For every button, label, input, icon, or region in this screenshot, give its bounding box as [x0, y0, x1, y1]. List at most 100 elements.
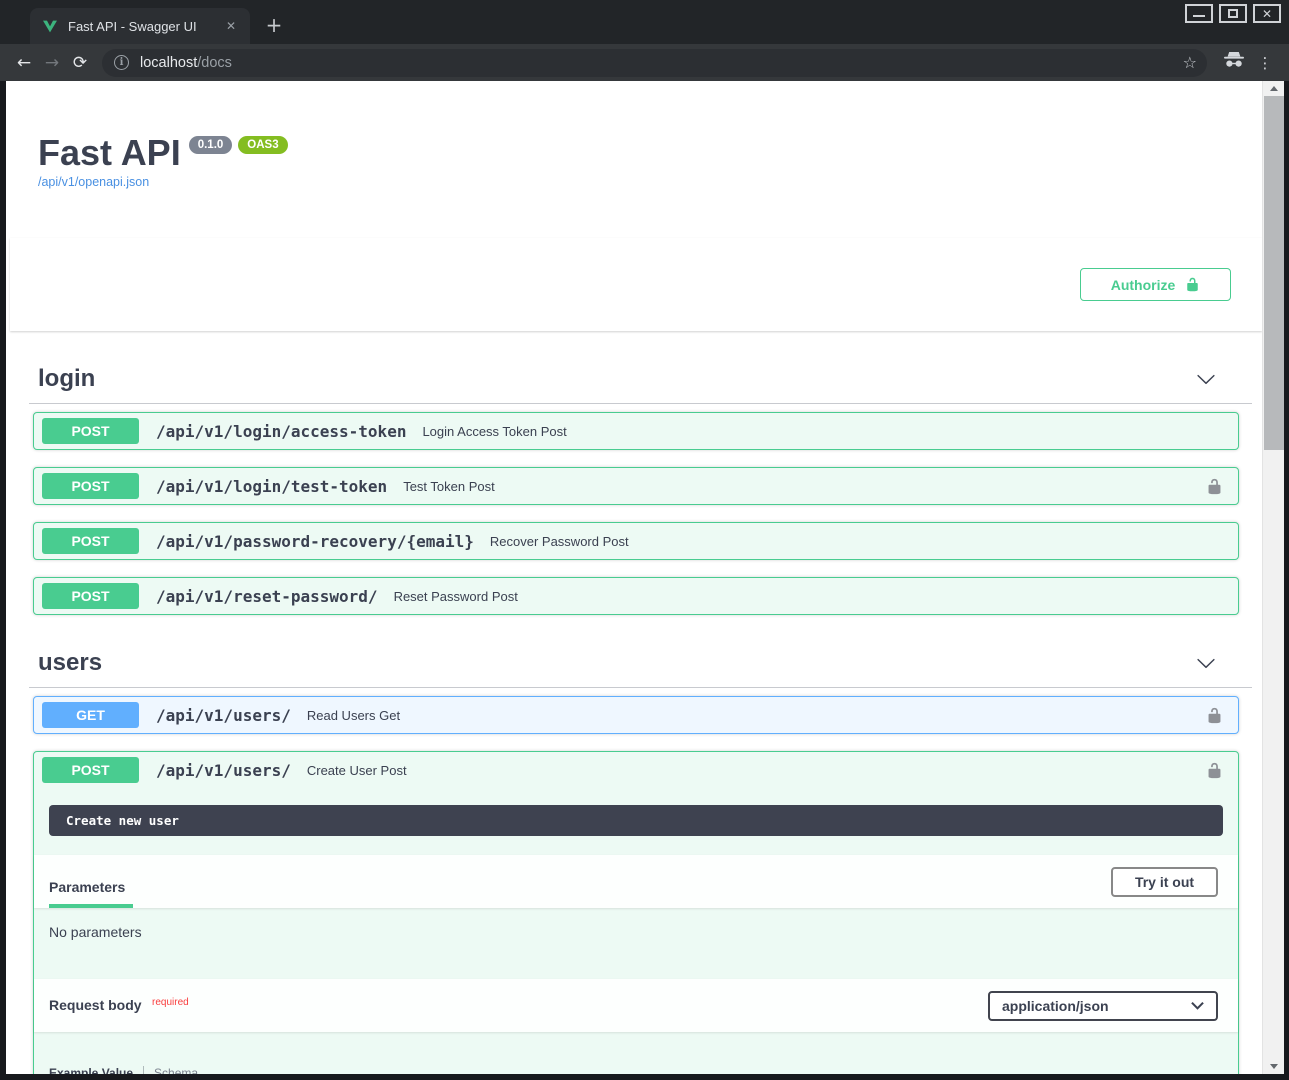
- auth-lock-button[interactable]: [1206, 707, 1223, 724]
- minimize-button[interactable]: [1185, 4, 1213, 23]
- operation-description: Create new user: [66, 813, 179, 828]
- swagger-ui: Fast API 0.1.0 OAS3 /api/v1/openapi.json…: [33, 133, 1239, 1074]
- window-frame: Fast API 0.1.0 OAS3 /api/v1/openapi.json…: [0, 81, 1289, 1080]
- opblock-test-token: POST /api/v1/login/test-token Test Token…: [33, 467, 1239, 505]
- select-chevron-icon: [1191, 1001, 1204, 1010]
- lock-icon: [1206, 762, 1223, 779]
- model-example-tabs: Example Value Schema: [49, 1066, 1238, 1074]
- auth-lock-button[interactable]: [1206, 478, 1223, 495]
- opblock-summary[interactable]: POST /api/v1/users/ Create User Post: [34, 752, 1238, 788]
- method-badge: POST: [42, 418, 139, 444]
- openapi-spec-link[interactable]: /api/v1/openapi.json: [33, 175, 1239, 189]
- method-badge: POST: [42, 757, 139, 783]
- section-title: login: [34, 365, 95, 393]
- opblock-summary[interactable]: POST /api/v1/reset-password/ Reset Passw…: [34, 578, 1238, 614]
- reload-button[interactable]: ⟳: [66, 53, 94, 73]
- page-viewport: Fast API 0.1.0 OAS3 /api/v1/openapi.json…: [6, 81, 1284, 1074]
- endpoint-path: /api/v1/users/: [156, 706, 291, 725]
- method-badge: POST: [42, 473, 139, 499]
- oas3-badge: OAS3: [238, 136, 287, 154]
- scroll-down-arrow-icon[interactable]: [1263, 1059, 1284, 1074]
- authorize-label: Authorize: [1111, 277, 1176, 293]
- endpoint-summary: Test Token Post: [403, 479, 495, 494]
- url-text[interactable]: localhost/docs: [140, 55, 232, 71]
- endpoint-summary: Login Access Token Post: [422, 424, 566, 439]
- method-badge: POST: [42, 528, 139, 554]
- section-title: users: [34, 649, 102, 677]
- api-header: Fast API 0.1.0 OAS3: [33, 133, 1239, 173]
- endpoint-path: /api/v1/reset-password/: [156, 587, 378, 606]
- endpoint-path: /api/v1/login/test-token: [156, 477, 387, 496]
- url-path: /docs: [197, 55, 232, 71]
- section-users-header[interactable]: users: [29, 643, 1252, 688]
- media-type-select[interactable]: application/json: [988, 991, 1218, 1021]
- api-badges: 0.1.0 OAS3: [189, 136, 288, 154]
- tab-schema[interactable]: Schema: [154, 1066, 198, 1074]
- opblock-summary[interactable]: POST /api/v1/login/access-token Login Ac…: [34, 413, 1238, 449]
- section-login-header[interactable]: login: [29, 359, 1252, 404]
- window-controls: ✕: [1185, 4, 1281, 23]
- tab-example-value[interactable]: Example Value: [49, 1066, 144, 1074]
- site-info-icon[interactable]: i: [114, 55, 129, 70]
- close-window-button[interactable]: ✕: [1253, 4, 1281, 23]
- section-users-operations: GET /api/v1/users/ Read Users Get: [33, 696, 1239, 1074]
- maximize-button[interactable]: [1219, 4, 1247, 23]
- endpoint-summary: Read Users Get: [307, 708, 400, 723]
- tab-bar: Fast API - Swagger UI ✕ + ✕: [0, 0, 1289, 44]
- incognito-icon: [1221, 52, 1247, 73]
- request-body-label-wrap: Request body required: [49, 997, 189, 1015]
- opblock-access-token: POST /api/v1/login/access-token Login Ac…: [33, 412, 1239, 450]
- endpoint-summary: Create User Post: [307, 763, 407, 778]
- maximize-icon: [1228, 9, 1238, 18]
- unlock-icon: [1185, 277, 1200, 292]
- endpoint-path: /api/v1/password-recovery/{email}: [156, 532, 474, 551]
- request-body-label: Request body: [49, 997, 142, 1013]
- address-bar[interactable]: i localhost/docs ☆: [102, 49, 1207, 77]
- browser-menu-icon[interactable]: ⋮: [1253, 54, 1277, 72]
- new-tab-button[interactable]: +: [262, 14, 286, 38]
- minimize-icon: [1193, 15, 1205, 17]
- section-login: login POST /api/v1/login/access-token Lo…: [33, 359, 1239, 615]
- page-scrollbar[interactable]: [1262, 81, 1284, 1074]
- version-badge: 0.1.0: [189, 136, 233, 154]
- scroll-up-arrow-icon[interactable]: [1263, 81, 1284, 96]
- chevron-down-icon[interactable]: [1196, 369, 1216, 389]
- forward-button[interactable]: →: [38, 53, 66, 73]
- method-badge: POST: [42, 583, 139, 609]
- page-title: Fast API: [38, 133, 181, 173]
- authorize-button[interactable]: Authorize: [1080, 268, 1231, 301]
- browser-tab[interactable]: Fast API - Swagger UI ✕: [30, 8, 250, 44]
- endpoint-path: /api/v1/login/access-token: [156, 422, 406, 441]
- opblock-summary[interactable]: POST /api/v1/password-recovery/{email} R…: [34, 523, 1238, 559]
- opblock-summary[interactable]: POST /api/v1/login/test-token Test Token…: [34, 468, 1238, 504]
- request-body-header: Request body required application/json: [34, 979, 1238, 1032]
- media-type-value: application/json: [1002, 998, 1109, 1014]
- endpoint-summary: Recover Password Post: [490, 534, 629, 549]
- try-it-out-button[interactable]: Try it out: [1111, 867, 1218, 897]
- tab-title: Fast API - Swagger UI: [68, 19, 222, 34]
- auth-lock-button[interactable]: [1206, 762, 1223, 779]
- section-users: users GET /api/v1/users/ Read Users Get: [33, 643, 1239, 1074]
- opblock-create-user: POST /api/v1/users/ Create User Post: [33, 751, 1239, 1074]
- url-host: localhost: [140, 55, 197, 71]
- opblock-read-users: GET /api/v1/users/ Read Users Get: [33, 696, 1239, 734]
- no-parameters-text: No parameters: [34, 908, 1238, 960]
- back-button[interactable]: ←: [10, 53, 38, 73]
- lock-icon: [1206, 478, 1223, 495]
- fastapi-favicon-icon: [42, 18, 58, 34]
- chevron-down-icon[interactable]: [1196, 653, 1216, 673]
- scheme-container: Authorize: [10, 238, 1262, 331]
- tab-parameters[interactable]: Parameters: [49, 879, 133, 908]
- opblock-body: Create new user Parameters Try it out No…: [34, 805, 1238, 1074]
- opblock-summary[interactable]: GET /api/v1/users/ Read Users Get: [34, 697, 1238, 733]
- endpoint-path: /api/v1/users/: [156, 761, 291, 780]
- browser-window: Fast API - Swagger UI ✕ + ✕ ← → ⟳ i loca…: [0, 0, 1289, 1080]
- tab-close-icon[interactable]: ✕: [222, 17, 240, 35]
- parameters-header: Parameters Try it out: [34, 855, 1238, 908]
- lock-icon: [1206, 707, 1223, 724]
- browser-toolbar: ← → ⟳ i localhost/docs ☆ ⋮: [0, 44, 1289, 81]
- opblock-reset-password: POST /api/v1/reset-password/ Reset Passw…: [33, 577, 1239, 615]
- scrollbar-thumb[interactable]: [1264, 96, 1284, 450]
- bookmark-star-icon[interactable]: ☆: [1183, 53, 1197, 72]
- endpoint-summary: Reset Password Post: [394, 589, 518, 604]
